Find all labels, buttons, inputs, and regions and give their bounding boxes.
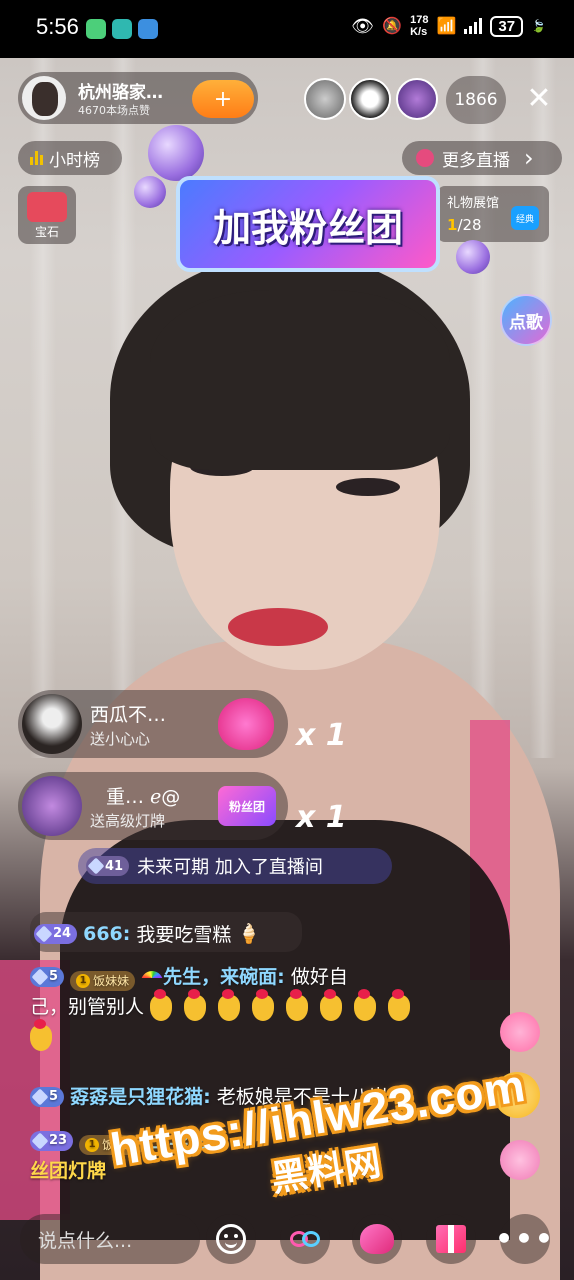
viewer-avatar[interactable] xyxy=(304,78,346,120)
gift-button[interactable] xyxy=(426,1214,476,1264)
chat-username[interactable]: 先生，来碗面: xyxy=(163,966,285,988)
join-fan-club-banner[interactable]: 加我粉丝团 xyxy=(176,176,440,272)
chevron-right-icon: › xyxy=(524,144,534,172)
leaf-icon: 🍃 xyxy=(531,19,546,33)
host-avatar[interactable] xyxy=(22,76,66,120)
rank-label: 小时榜 xyxy=(49,150,100,171)
gift-action: 送高级灯牌 xyxy=(90,812,166,830)
heart-gift-icon xyxy=(218,698,274,750)
hourly-rank-button[interactable]: 小时榜 xyxy=(18,141,122,175)
chat-username[interactable]: 孬孬是只狸花猫: xyxy=(70,1086,211,1108)
level-badge: 23 xyxy=(30,1131,74,1151)
sender-avatar xyxy=(22,776,82,836)
host-likes: 4670本场点赞 xyxy=(78,104,150,117)
finger-heart-emoji xyxy=(218,988,241,1021)
more-live-button[interactable]: 更多直播 › xyxy=(402,141,562,175)
sender-name: 西瓜不… xyxy=(90,704,167,726)
gift-count: x 1 xyxy=(296,718,347,753)
streamer-eye xyxy=(336,478,400,496)
finger-heart-emoji xyxy=(354,988,377,1021)
link-mic-button[interactable] xyxy=(280,1214,330,1264)
level-badge: 5 xyxy=(30,1087,65,1107)
treasure-chest-icon xyxy=(27,192,67,222)
battery-indicator: 37 xyxy=(490,15,524,37)
rainbow-emoji xyxy=(141,970,164,985)
rank-bars-icon xyxy=(30,151,43,165)
host-name[interactable]: 杭州骆家… xyxy=(78,78,163,103)
finger-heart-emoji xyxy=(252,988,275,1021)
chat-message[interactable]: 5 1 饭妹妹 先生，来碗面: 做好自 己，别管别人 xyxy=(30,962,470,1052)
status-bar: 5:56 👁 🔕 178 K/s 📶 37 🍃 xyxy=(0,0,574,58)
more-dots-icon: ••• xyxy=(495,1222,555,1255)
mute-icon: 🔕 xyxy=(382,18,403,35)
join-notice: 41 未来可期 加入了直播间 xyxy=(78,848,392,884)
streamer-bangs xyxy=(150,290,450,470)
chat-message[interactable]: 24 666: 我要吃雪糕 🍦 xyxy=(30,912,302,952)
viewer-count[interactable]: 1866 xyxy=(446,76,506,124)
treasure-label: 宝石 xyxy=(34,225,59,239)
heart-plus-icon: + xyxy=(213,86,233,112)
live-avatar-icon xyxy=(416,149,434,167)
finger-heart-emoji xyxy=(150,988,173,1021)
signal-icon xyxy=(464,18,483,34)
gift-icon xyxy=(436,1225,466,1253)
chat-text: 我要吃雪糕 xyxy=(136,924,232,946)
fan-club-light-gift-icon: 粉丝团 xyxy=(218,786,276,826)
ice-cream-emoji: 🍦 xyxy=(237,923,262,945)
treasure-chest-button[interactable]: 宝石 xyxy=(18,186,76,244)
finger-heart-emoji xyxy=(184,988,207,1021)
disco-ball-icon xyxy=(456,240,490,274)
chat-username[interactable]: 666: xyxy=(83,923,130,945)
clock: 5:56 xyxy=(36,14,79,39)
level-badge: 24 xyxy=(34,923,78,944)
like-button[interactable] xyxy=(352,1214,402,1264)
network-speed: 178 K/s xyxy=(410,14,429,38)
wifi-icon: 📶 xyxy=(436,18,457,35)
finger-heart-emoji xyxy=(30,1018,52,1051)
viewer-avatar[interactable] xyxy=(349,78,391,120)
app-notification-icon xyxy=(138,19,158,39)
level-badge: 5 xyxy=(30,967,65,987)
join-text: 未来可期 加入了直播间 xyxy=(137,857,323,878)
gift-notification: 西瓜不… 送小心心 xyxy=(18,690,288,758)
sender-avatar xyxy=(22,694,82,754)
gift-hall-progress: 1/28 xyxy=(447,216,482,234)
disco-ball-icon xyxy=(148,125,204,181)
close-button[interactable]: ✕ xyxy=(522,82,556,116)
more-live-label: 更多直播 xyxy=(442,150,510,171)
level-badge: 41 xyxy=(86,856,130,876)
song-request-button[interactable]: 点歌 xyxy=(500,294,552,346)
streamer-lips xyxy=(228,608,328,646)
heart-icon xyxy=(360,1224,394,1254)
classic-badge: 经典 xyxy=(511,206,539,230)
finger-heart-emoji xyxy=(286,988,309,1021)
app-notification-icon xyxy=(86,19,106,39)
gift-action: 送小心心 xyxy=(90,730,151,748)
link-icon xyxy=(290,1231,320,1247)
smile-icon xyxy=(216,1224,246,1254)
finger-heart-emoji xyxy=(320,988,343,1021)
bottom-bar: 说点什么... ••• xyxy=(0,1200,574,1280)
status-right: 👁 🔕 178 K/s 📶 37 🍃 xyxy=(351,14,546,38)
eye-icon: 👁 xyxy=(351,15,375,36)
app-notification-icon xyxy=(112,19,132,39)
host-info[interactable]: 杭州骆家… 4670本场点赞 + xyxy=(18,72,258,124)
gift-hall-title: 礼物展馆 xyxy=(447,196,500,211)
follow-button[interactable]: + xyxy=(192,80,254,118)
chat-text: 做好自 xyxy=(290,966,348,988)
gift-notification: 重… ℯ@ 送高级灯牌 粉丝团 xyxy=(18,772,288,840)
comment-input[interactable]: 说点什么... xyxy=(20,1214,200,1264)
fan-badge: 1 饭妹妹 xyxy=(70,971,136,991)
finger-heart-emoji xyxy=(388,988,411,1021)
disco-ball-icon xyxy=(134,176,166,208)
emoji-button[interactable] xyxy=(206,1214,256,1264)
gift-hall-button[interactable]: 礼物展馆 1/28 经典 xyxy=(437,186,549,242)
sender-name: 重… ℯ@ xyxy=(106,786,181,808)
viewer-avatar[interactable] xyxy=(396,78,438,120)
gift-count: x 1 xyxy=(296,800,347,835)
chat-text: 己，别管别人 xyxy=(30,996,145,1018)
floating-like-icon xyxy=(500,1012,540,1052)
more-button[interactable]: ••• xyxy=(495,1214,553,1264)
